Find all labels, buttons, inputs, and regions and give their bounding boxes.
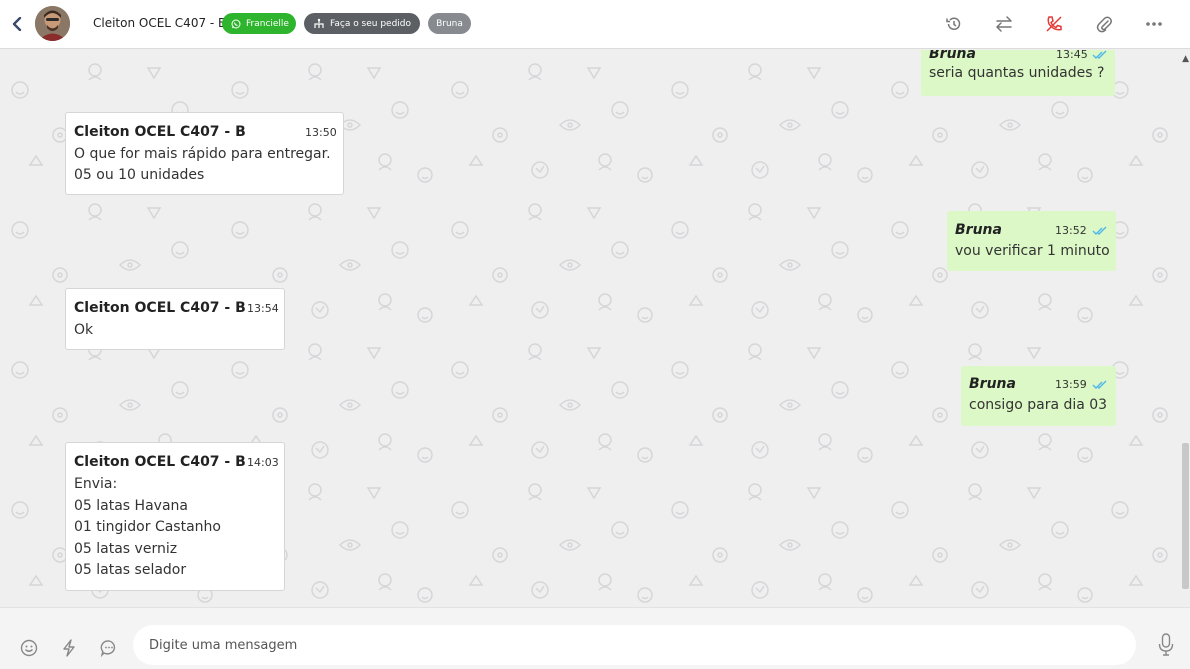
composer (0, 607, 1190, 669)
quick-reply-button[interactable] (58, 637, 80, 659)
message-incoming[interactable]: Cleiton OCEL C407 - B 13:50 O que for ma… (65, 112, 344, 195)
message-incoming[interactable]: Cleiton OCEL C407 - B 14:03 Envia: 05 la… (65, 442, 285, 591)
message-text: Envia: (74, 476, 118, 492)
message-time: 13:52 (1055, 224, 1087, 237)
tag-order-label: Faça o seu pedido (330, 18, 412, 29)
message-time: 13:54 (247, 302, 279, 315)
scrollbar-thumb[interactable] (1182, 443, 1189, 589)
message-text: seria quantas unidades ? (929, 65, 1105, 81)
emoji-icon (20, 639, 38, 657)
back-button[interactable] (8, 14, 26, 34)
message-outgoing[interactable]: Bruna 13:52 vou verificar 1 minuto (947, 211, 1116, 271)
flow-icon (313, 18, 325, 29)
tag-agent-label: Bruna (436, 18, 463, 29)
message-time: 13:59 (1055, 378, 1087, 391)
message-sender: Bruna (969, 376, 1016, 392)
message-text: consigo para dia 03 (969, 397, 1108, 413)
paperclip-icon (1096, 16, 1112, 33)
message-text: 01 tingidor Castanho (74, 519, 221, 535)
message-sender: Bruna (955, 222, 1002, 238)
message-text: 05 latas Havana (74, 497, 188, 514)
message-text: 05 latas verniz (74, 540, 178, 557)
lightning-icon (63, 639, 75, 657)
scrollbar[interactable]: ▲ (1180, 50, 1190, 607)
message-text: 05 ou 10 unidades (74, 167, 205, 183)
history-icon (946, 17, 961, 30)
message-incoming[interactable]: Cleiton OCEL C407 - B 13:54 Ok (65, 288, 285, 350)
more-options-button[interactable] (1143, 13, 1165, 35)
contact-name[interactable]: Cleiton OCEL C407 - B (93, 16, 226, 30)
avatar[interactable] (35, 6, 70, 41)
tag-whatsapp-label: Francielle (246, 18, 289, 29)
read-receipt-icon (1092, 226, 1107, 235)
chat-header: Cleiton OCEL C407 - B Francielle Faça o … (0, 0, 1190, 49)
chevron-left-icon (12, 17, 22, 31)
chat-bubble-icon (100, 640, 116, 657)
message-time: 14:03 (247, 456, 279, 469)
message-text: 05 latas selador (74, 562, 187, 578)
tag-agent[interactable]: Bruna (428, 13, 471, 34)
read-receipt-icon (1092, 50, 1107, 59)
whatsapp-icon (231, 19, 241, 29)
tag-whatsapp-connection[interactable]: Francielle (222, 13, 296, 34)
scroll-up-arrow-icon[interactable]: ▲ (1182, 54, 1189, 64)
history-button[interactable] (943, 13, 965, 35)
more-horizontal-icon (1146, 22, 1162, 26)
attach-button[interactable] (1093, 13, 1115, 35)
message-outgoing[interactable]: Bruna 13:59 consigo para dia 03 (961, 366, 1116, 426)
transfer-button[interactable] (993, 13, 1015, 35)
message-sender: Cleiton OCEL C407 - B (74, 454, 246, 470)
chat-options-button[interactable] (98, 637, 120, 659)
emoji-button[interactable] (18, 637, 40, 659)
tag-order-flow[interactable]: Faça o seu pedido (304, 13, 420, 34)
read-receipt-icon (1092, 380, 1107, 389)
message-sender: Cleiton OCEL C407 - B (74, 300, 246, 316)
message-sender: Cleiton OCEL C407 - B (74, 124, 246, 140)
message-input[interactable] (133, 625, 1136, 665)
message-text: vou verificar 1 minuto (955, 243, 1110, 259)
microphone-button[interactable] (1155, 633, 1177, 656)
transfer-icon (995, 16, 1012, 32)
phone-hangup-icon (1046, 16, 1062, 32)
message-list[interactable]: Bruna 13:45 seria quantas unidades ? Cle… (0, 50, 1190, 607)
message-outgoing[interactable]: Bruna 13:45 seria quantas unidades ? (921, 50, 1115, 96)
message-text: Ok (74, 322, 94, 338)
message-time: 13:50 (305, 126, 337, 139)
microphone-icon (1158, 633, 1174, 656)
message-sender: Bruna (929, 50, 976, 62)
message-time: 13:45 (1056, 50, 1088, 61)
message-text: O que for mais rápido para entregar. (74, 146, 331, 162)
end-call-button[interactable] (1043, 13, 1065, 35)
